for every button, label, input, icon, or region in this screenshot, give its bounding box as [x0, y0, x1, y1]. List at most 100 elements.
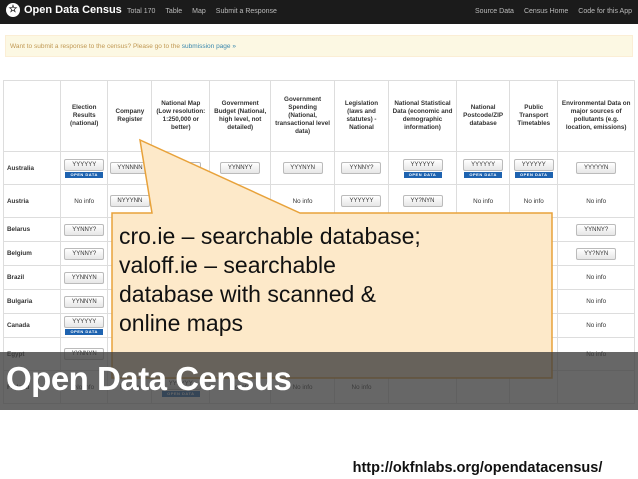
- nav-left-links: Total 170 Table Map Submit a Response: [127, 8, 277, 15]
- country-cell: Belgium: [3, 241, 61, 266]
- census-cell: No info: [270, 184, 336, 218]
- census-score-button[interactable]: YY?NYN: [402, 195, 443, 207]
- brand[interactable]: ☆ Open Data Census: [6, 3, 122, 17]
- census-logo-icon: ☆: [6, 3, 20, 17]
- census-score-button[interactable]: YYNNNN: [109, 162, 150, 174]
- callout-line: database with scanned &: [119, 281, 377, 307]
- census-cell: YY?NYN: [557, 241, 635, 266]
- census-score-button[interactable]: YYNNY?: [576, 223, 617, 236]
- census-score-button[interactable]: YYNNYN: [64, 295, 105, 308]
- source-url: http://okfnlabs.org/opendatacensus/: [317, 458, 638, 479]
- census-cell: No info: [557, 313, 635, 338]
- no-info-text: No info: [586, 274, 607, 281]
- census-cell: YYNNY?: [59, 241, 109, 266]
- census-score-button[interactable]: YYYNYN: [282, 162, 323, 174]
- census-score-button[interactable]: YYYYYY: [64, 316, 105, 328]
- open-data-badge: OPEN DATA: [65, 329, 104, 335]
- census-score-button[interactable]: YYYYYY: [513, 158, 554, 171]
- census-score-button[interactable]: YYYYYY: [341, 195, 382, 207]
- country-cell: Australia: [3, 151, 61, 185]
- census-cell: No info: [557, 184, 635, 218]
- nav-link-table[interactable]: Table: [165, 8, 182, 15]
- census-score-button[interactable]: YYNNYY: [220, 162, 261, 174]
- census-cell: YYYYYYOPEN DATA: [456, 151, 511, 185]
- banner-text: Want to submit a response to the census?…: [10, 43, 182, 50]
- column-header: Legislation (laws and statutes) - Nation…: [334, 80, 389, 152]
- census-cell: YYYYYYOPEN DATA: [59, 313, 109, 338]
- census-cell: YYNNY?: [59, 217, 109, 242]
- census-score-button[interactable]: YYYYYY: [463, 158, 504, 171]
- census-cell: YYNNNN: [107, 151, 153, 185]
- callout-line: online maps: [119, 310, 244, 336]
- country-cell: Austria: [3, 184, 61, 218]
- census-cell: YYYYYY: [334, 184, 389, 218]
- callout-line: cro.ie – searchable database;: [119, 223, 421, 249]
- census-cell: YYYYYYOPEN DATA: [509, 151, 559, 185]
- column-header: Environmental Data on major sources of p…: [557, 80, 635, 152]
- census-score-button[interactable]: YYYYYY: [160, 162, 201, 174]
- no-info-text: No info: [230, 197, 251, 205]
- census-cell: No info: [59, 184, 109, 218]
- no-info-text: No info: [586, 322, 607, 329]
- nav-link-code[interactable]: Code for this App: [578, 8, 632, 15]
- open-data-badge: OPEN DATA: [514, 171, 553, 178]
- callout-text: cro.ie – searchable database; valoff.ie …: [119, 222, 549, 338]
- nav-right-links: Source Data Census Home Code for this Ap…: [475, 8, 632, 15]
- no-info-text: No info: [586, 298, 607, 305]
- country-cell: Belarus: [3, 217, 61, 242]
- census-cell: YYNNYY: [209, 151, 272, 185]
- no-info-text: No info: [523, 197, 544, 205]
- column-header: Public Transport Timetables: [509, 80, 559, 152]
- census-score-button[interactable]: YY?NYN: [576, 247, 617, 260]
- callout-line: valoff.ie – searchable: [119, 252, 336, 278]
- table-row: Austria No info NYYYNN No info No info YYYYYY…: [3, 184, 635, 218]
- census-cell: YYYYYYOPEN DATA: [387, 151, 458, 185]
- top-navbar: ☆ Open Data Census Total 170 Table Map S…: [0, 0, 638, 24]
- census-score-button[interactable]: YYYYYN: [576, 162, 617, 174]
- census-cell: YYNNYN: [59, 265, 109, 290]
- brand-label: Open Data Census: [24, 4, 122, 16]
- census-score-button[interactable]: YYNNY?: [64, 247, 105, 260]
- country-cell: Canada: [3, 313, 61, 338]
- no-info-text: No info: [473, 197, 494, 205]
- census-score-button[interactable]: YYNNYN: [64, 271, 105, 284]
- nav-link-total[interactable]: Total 170: [127, 8, 155, 15]
- column-header: National Statistical Data (economic and …: [387, 80, 458, 152]
- open-data-badge: OPEN DATA: [464, 171, 503, 178]
- submission-page-link[interactable]: submission page »: [182, 43, 236, 50]
- census-score-button[interactable]: YYNNY?: [341, 162, 382, 174]
- census-cell: No info: [557, 265, 635, 290]
- open-data-badge: OPEN DATA: [403, 171, 442, 178]
- census-cell: YYNNYN: [59, 289, 109, 314]
- census-cell: No info: [509, 184, 559, 218]
- census-score-button[interactable]: YYNNY?: [64, 223, 105, 236]
- census-cell: No info: [456, 184, 511, 218]
- nav-link-source-data[interactable]: Source Data: [475, 8, 514, 15]
- column-header: Company Register: [107, 80, 153, 152]
- census-cell: [151, 184, 211, 218]
- country-cell: Bulgaria: [3, 289, 61, 314]
- census-cell: YYYYYN: [557, 151, 635, 185]
- country-cell: Brazil: [3, 265, 61, 290]
- open-data-badge: OPEN DATA: [65, 171, 104, 178]
- census-cell: YYYYYYOPEN DATA: [59, 151, 109, 185]
- column-header: National Map (Low resolution: 1:250,000 …: [151, 80, 211, 152]
- nav-link-census-home[interactable]: Census Home: [524, 8, 568, 15]
- census-score-button[interactable]: YYYYYY: [402, 158, 443, 171]
- census-score-button[interactable]: NYYYNN: [109, 195, 150, 207]
- census-score-button[interactable]: YYYYYY: [64, 158, 105, 171]
- no-info-text: No info: [74, 197, 95, 205]
- country-header: [3, 80, 61, 152]
- census-cell: YY?NYN: [387, 184, 458, 218]
- census-cell: No info: [209, 184, 272, 218]
- census-cell: YYYNYN: [270, 151, 336, 185]
- nav-link-map[interactable]: Map: [192, 8, 206, 15]
- census-cell: NYYYNN: [107, 184, 153, 218]
- no-info-text: No info: [292, 197, 313, 205]
- census-cell: YYNNY?: [557, 217, 635, 242]
- nav-link-submit[interactable]: Submit a Response: [216, 8, 277, 15]
- census-cell: YYYYYY: [151, 151, 211, 185]
- column-header: Government Spending (National, transacti…: [270, 80, 336, 152]
- column-header: National Postcode/ZIP database: [456, 80, 511, 152]
- column-header: Government Budget (National, high level,…: [209, 80, 272, 152]
